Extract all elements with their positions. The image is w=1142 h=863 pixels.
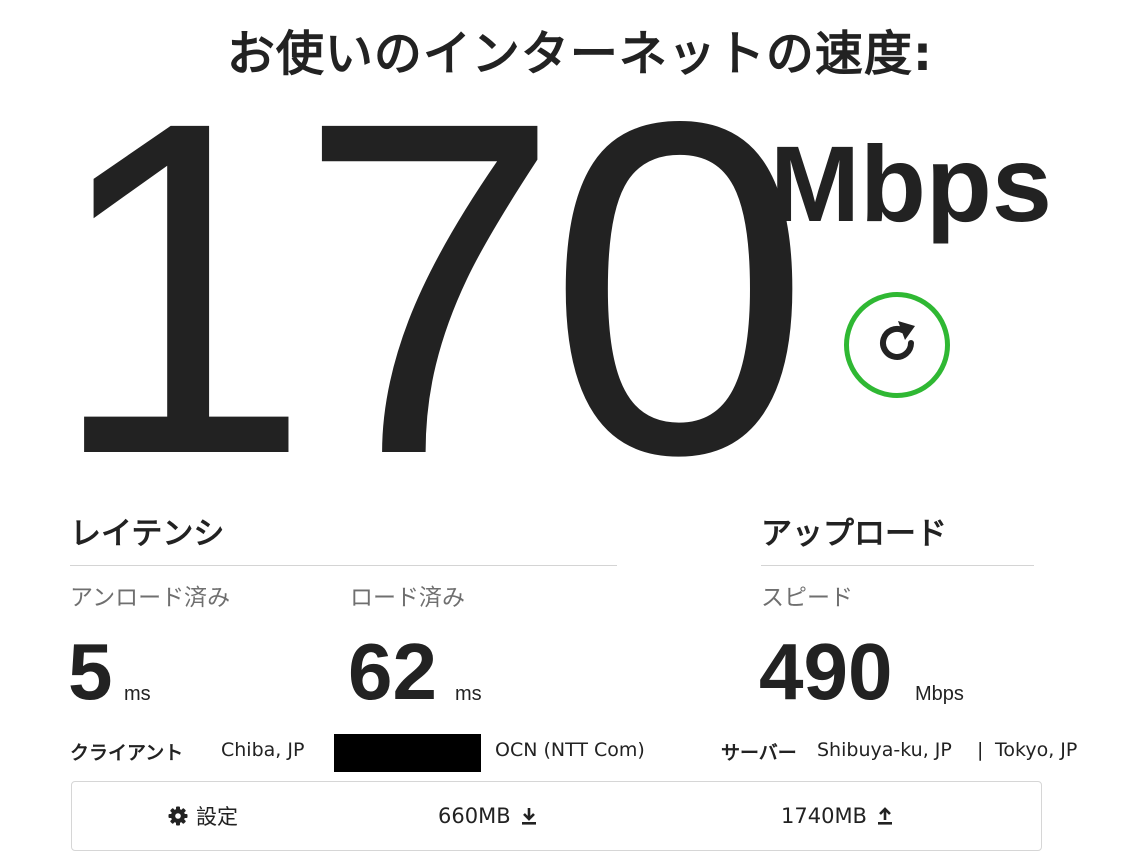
download-arrow-icon xyxy=(521,807,537,825)
footer-bar: 設定 660MB 1740MB xyxy=(71,781,1042,851)
upload-speed-label: スピード xyxy=(761,585,853,611)
upload-speed-unit: Mbps xyxy=(915,683,964,705)
server-location-2: Tokyo, JP xyxy=(995,739,1078,761)
upload-data: 1740MB xyxy=(781,782,893,850)
client-location: Chiba, JP xyxy=(221,739,305,761)
server-label: サーバー xyxy=(721,742,797,764)
client-label: クライアント xyxy=(70,742,184,764)
download-amount: 660MB xyxy=(438,804,511,828)
settings-button[interactable]: 設定 xyxy=(168,782,238,850)
server-separator: | xyxy=(977,739,984,761)
server-location: Shibuya-ku, JP xyxy=(817,739,952,761)
gear-icon xyxy=(168,806,188,826)
upload-divider xyxy=(761,565,1034,566)
unloaded-label: アンロード済み xyxy=(70,585,231,611)
loaded-value: 62 xyxy=(348,627,437,716)
unloaded-unit: ms xyxy=(124,683,151,705)
speed-value: 170 xyxy=(48,24,811,553)
redacted-ip-block xyxy=(334,734,481,772)
upload-speed-value: 490 xyxy=(759,627,893,716)
upload-arrow-icon xyxy=(877,807,893,825)
loaded-unit: ms xyxy=(455,683,482,705)
latency-title: レイテンシ xyxy=(70,516,225,552)
upload-amount: 1740MB xyxy=(781,804,867,828)
speed-unit: Mbps xyxy=(770,123,1052,244)
download-data: 660MB xyxy=(438,782,537,850)
settings-label: 設定 xyxy=(196,805,238,829)
unloaded-value: 5 xyxy=(68,627,113,716)
reload-button[interactable] xyxy=(844,292,950,398)
latency-divider xyxy=(70,565,617,566)
reload-icon xyxy=(869,315,925,375)
upload-title: アップロード xyxy=(761,516,947,552)
client-isp: OCN (NTT Com) xyxy=(495,739,645,761)
loaded-label: ロード済み xyxy=(350,585,465,611)
